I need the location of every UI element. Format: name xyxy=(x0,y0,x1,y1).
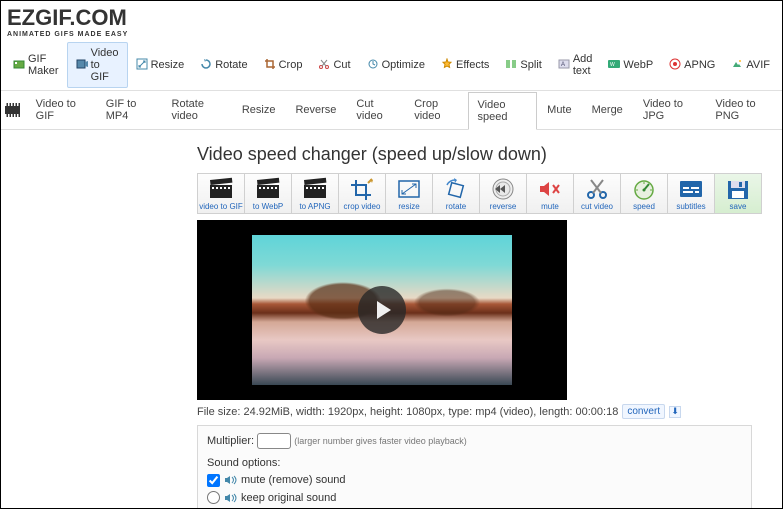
nav2-video-to-gif[interactable]: Video to GIF xyxy=(26,91,96,129)
tool-subtitles[interactable]: subtitles xyxy=(667,173,715,214)
save-icon xyxy=(724,177,752,201)
nav1-effects[interactable]: Effects xyxy=(433,54,497,77)
film-icon xyxy=(5,103,20,117)
mute-icon xyxy=(536,177,564,201)
tool-video-to-GIF[interactable]: video to GIF xyxy=(197,173,245,214)
tool-rotate[interactable]: rotate xyxy=(432,173,480,214)
nav2-video-to-jpg[interactable]: Video to JPG xyxy=(633,91,706,129)
gif-icon xyxy=(13,58,25,73)
video-icon xyxy=(76,58,88,73)
play-button[interactable] xyxy=(358,286,406,334)
file-meta-text: File size: 24.92MiB, width: 1920px, heig… xyxy=(197,406,618,418)
reverse-icon xyxy=(489,177,517,201)
rotate-icon xyxy=(442,177,470,201)
logo-text: EZGIF.COM xyxy=(7,5,776,31)
nav2-crop-video[interactable]: Crop video xyxy=(404,91,467,129)
tool-cut-video[interactable]: cut video xyxy=(573,173,621,214)
nav1-apng[interactable]: APNG xyxy=(661,54,723,77)
multiplier-hint: (larger number gives faster video playba… xyxy=(294,436,467,446)
nav2-cut-video[interactable]: Cut video xyxy=(346,91,404,129)
sound-icon xyxy=(224,475,237,485)
video-preview[interactable] xyxy=(197,220,567,400)
sound-opt-0-input[interactable] xyxy=(207,474,220,487)
nav2-resize[interactable]: Resize xyxy=(232,97,286,123)
nav1-cut[interactable]: Cut xyxy=(310,54,358,77)
crop-icon xyxy=(348,177,376,201)
speed-icon xyxy=(630,177,658,201)
download-icon[interactable]: ⬇ xyxy=(669,406,681,418)
nav2-mute[interactable]: Mute xyxy=(537,97,581,123)
clap-icon xyxy=(254,177,282,201)
toolbar: video to GIFto WebPto APNGcrop videoresi… xyxy=(197,173,772,214)
nav1-resize[interactable]: Resize xyxy=(128,54,193,77)
site-logo[interactable]: EZGIF.COM ANIMATED GIFS MADE EASY xyxy=(1,1,782,40)
subtitles-icon xyxy=(677,177,705,201)
optimize-icon xyxy=(367,58,379,73)
nav2-rotate-video[interactable]: Rotate video xyxy=(162,91,232,129)
file-meta: File size: 24.92MiB, width: 1920px, heig… xyxy=(197,404,772,419)
effects-icon xyxy=(441,58,453,73)
tool-mute[interactable]: mute xyxy=(526,173,574,214)
split-icon xyxy=(505,58,517,73)
secondary-nav: Video to GIFGIF to MP4Rotate videoResize… xyxy=(1,91,782,130)
nav1-rotate[interactable]: Rotate xyxy=(192,54,255,77)
crop-icon xyxy=(264,58,276,73)
webp-icon: W xyxy=(608,58,620,73)
sound-options-title: Sound options: xyxy=(207,455,742,472)
nav2-video-to-png[interactable]: Video to PNG xyxy=(705,91,780,129)
options-form: Multiplier: (larger number gives faster … xyxy=(197,425,752,509)
page-title: Video speed changer (speed up/slow down) xyxy=(197,144,772,165)
nav1-optimize[interactable]: Optimize xyxy=(359,54,433,77)
nav1-video-to-gif[interactable]: Video to GIF xyxy=(67,42,128,88)
nav2-video-speed[interactable]: Video speed xyxy=(468,92,538,130)
multiplier-label: Multiplier: xyxy=(207,435,254,447)
nav2-merge[interactable]: Merge xyxy=(582,97,633,123)
tool-resize[interactable]: resize xyxy=(385,173,433,214)
svg-text:A: A xyxy=(561,62,565,68)
nav1-gif-maker[interactable]: GIF Maker xyxy=(5,49,67,81)
nav2-gif-to-mp4[interactable]: GIF to MP4 xyxy=(96,91,162,129)
tool-save[interactable]: save xyxy=(714,173,762,214)
svg-text:W: W xyxy=(610,62,615,68)
rotate-icon xyxy=(200,58,212,73)
tool-crop-video[interactable]: crop video xyxy=(338,173,386,214)
tool-to-WebP[interactable]: to WebP xyxy=(244,173,292,214)
primary-nav: GIF MakerVideo to GIFResizeRotateCropCut… xyxy=(1,40,782,91)
apng-icon xyxy=(669,58,681,73)
nav1-split[interactable]: Split xyxy=(497,54,549,77)
clap-icon xyxy=(301,177,329,201)
sound-opt-1-input[interactable] xyxy=(207,491,220,504)
tool-reverse[interactable]: reverse xyxy=(479,173,527,214)
resize-icon xyxy=(395,177,423,201)
cut-icon xyxy=(318,58,330,73)
avif-icon xyxy=(731,58,743,73)
nav2-reverse[interactable]: Reverse xyxy=(285,97,346,123)
sound-option-0[interactable]: mute (remove) sound xyxy=(207,472,742,489)
resize-icon xyxy=(136,58,148,73)
text-icon: A xyxy=(558,58,570,73)
nav1-webp[interactable]: WWebP xyxy=(600,54,661,77)
sound-icon xyxy=(224,493,237,503)
sound-option-1[interactable]: keep original sound xyxy=(207,490,742,507)
cut-icon xyxy=(583,177,611,201)
nav1-avif[interactable]: AVIF xyxy=(723,54,778,77)
tool-to-APNG[interactable]: to APNG xyxy=(291,173,339,214)
clap-icon xyxy=(207,177,235,201)
tool-speed[interactable]: speed xyxy=(620,173,668,214)
convert-link[interactable]: convert xyxy=(622,404,665,419)
nav1-crop[interactable]: Crop xyxy=(256,54,311,77)
nav1-add-text[interactable]: AAdd text xyxy=(550,49,601,81)
multiplier-input[interactable] xyxy=(257,433,291,449)
logo-tagline: ANIMATED GIFS MADE EASY xyxy=(7,31,776,38)
